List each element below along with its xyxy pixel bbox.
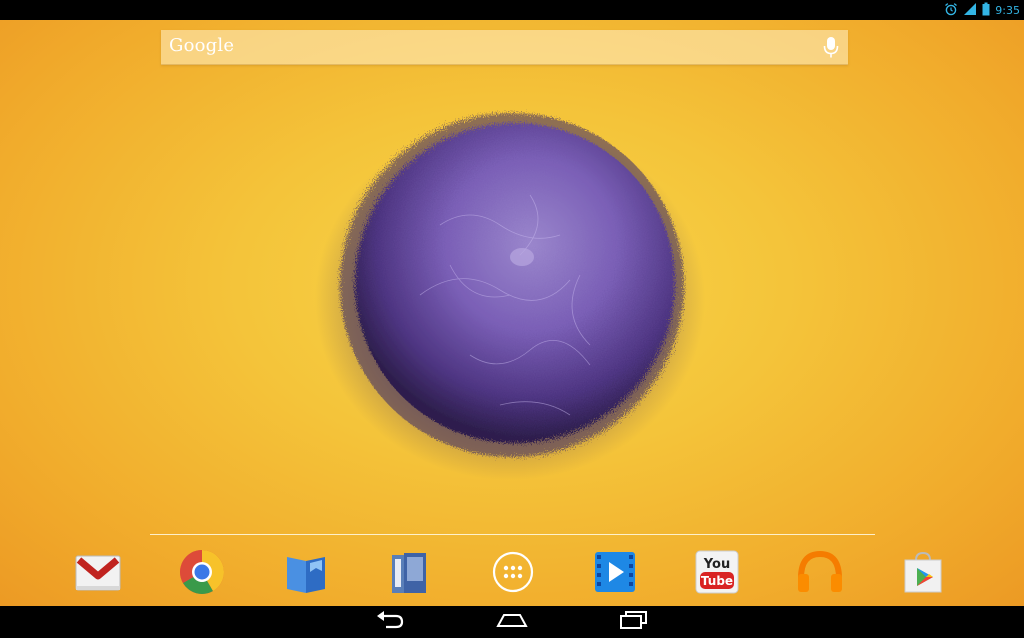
search-bar-label: Google	[169, 35, 235, 56]
back-icon	[374, 610, 406, 634]
status-bar: 9:35	[0, 0, 1024, 20]
signal-icon	[963, 1, 977, 20]
gmail-icon[interactable]	[73, 547, 123, 597]
dock-divider	[150, 534, 875, 535]
youtube-tube-text: Tube	[701, 574, 733, 588]
app-drawer-icon[interactable]	[488, 547, 538, 597]
recent-apps-button[interactable]	[611, 610, 655, 634]
google-search-bar[interactable]: Google	[161, 30, 848, 65]
back-button[interactable]	[368, 610, 412, 634]
status-time: 9:35	[995, 3, 1020, 17]
youtube-you-text: You	[703, 557, 730, 572]
play-music-icon[interactable]	[795, 547, 845, 597]
play-magazines-icon[interactable]	[385, 547, 435, 597]
home-button[interactable]	[490, 610, 534, 634]
fuzzball-wallpaper	[300, 105, 720, 495]
play-store-icon[interactable]	[898, 547, 948, 597]
recent-apps-icon	[617, 610, 649, 634]
battery-icon	[982, 1, 990, 20]
play-movies-icon[interactable]	[590, 547, 640, 597]
home-icon	[495, 611, 529, 633]
alarm-icon	[944, 1, 958, 20]
microphone-icon[interactable]	[822, 36, 840, 60]
youtube-icon[interactable]: You Tube	[692, 547, 742, 597]
chrome-icon[interactable]	[177, 547, 227, 597]
navigation-bar	[0, 606, 1024, 638]
home-screen: Google You Tube	[0, 20, 1024, 606]
play-books-icon[interactable]	[281, 547, 331, 597]
status-icons: 9:35	[944, 0, 1020, 20]
